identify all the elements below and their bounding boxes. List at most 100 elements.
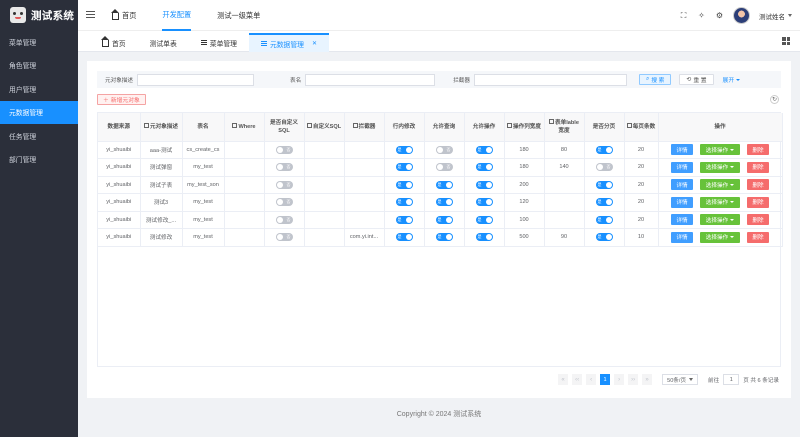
detail-button[interactable]: 详情 (671, 179, 693, 191)
sidebar-item-menu[interactable]: 菜单管理 (0, 30, 78, 54)
refresh-icon[interactable]: ↻ (770, 95, 779, 104)
col-header[interactable]: 允许查询 (424, 113, 465, 142)
toggle-switch[interactable]: 是 (395, 180, 413, 189)
next-page-icon[interactable]: › (614, 374, 625, 385)
close-icon[interactable]: ✕ (312, 40, 317, 47)
col-header[interactable]: 表单lable宽度 (544, 113, 585, 142)
tab-test-single-table[interactable]: 测试单表 (138, 33, 189, 52)
toggle-switch[interactable]: 是 (595, 233, 613, 242)
toggle-switch[interactable]: 否 (275, 145, 293, 154)
toggle-switch[interactable]: 否 (595, 163, 613, 172)
sidebar-item-departments[interactable]: 部门管理 (0, 148, 78, 172)
tab-menu-management[interactable]: 菜单管理 (189, 33, 249, 52)
translate-icon[interactable]: ✧ (697, 11, 706, 20)
delete-button[interactable]: 删除 (747, 196, 769, 208)
delete-button[interactable]: 删除 (747, 231, 769, 243)
detail-button[interactable]: 详情 (671, 231, 693, 243)
detail-button[interactable]: 详情 (671, 161, 693, 173)
col-header[interactable]: Where (224, 113, 265, 142)
topnav-test-menu[interactable]: 测试一级菜单 (217, 0, 260, 31)
toggle-switch[interactable]: 是 (475, 163, 493, 172)
prev-ten-icon[interactable]: ‹‹ (572, 374, 583, 385)
detail-button[interactable]: 详情 (671, 144, 693, 156)
detail-button[interactable]: 详情 (671, 214, 693, 226)
delete-button[interactable]: 删除 (747, 214, 769, 226)
toggle-switch[interactable]: 是 (475, 145, 493, 154)
delete-button[interactable]: 删除 (747, 144, 769, 156)
col-header[interactable]: 拦截器 (344, 113, 385, 142)
col-header[interactable]: 操作列宽度 (504, 113, 545, 142)
toggle-switch[interactable]: 是 (595, 145, 613, 154)
select-action-button[interactable]: 选择操作 (700, 144, 740, 156)
settings-icon[interactable]: ⚙ (715, 11, 724, 20)
toggle-switch[interactable]: 是 (395, 198, 413, 207)
toggle-switch[interactable]: 否 (435, 145, 453, 154)
select-action-button[interactable]: 选择操作 (700, 196, 740, 208)
col-header[interactable]: 元对象描述 (140, 113, 183, 142)
fullscreen-icon[interactable]: ⛶ (679, 11, 688, 20)
sidebar-item-roles[interactable]: 角色管理 (0, 54, 78, 78)
col-header[interactable]: 允许操作 (464, 113, 505, 142)
last-page-icon[interactable]: » (642, 374, 653, 385)
sidebar-item-users[interactable]: 用户管理 (0, 77, 78, 101)
toggle-switch[interactable]: 是 (595, 198, 613, 207)
tab-home[interactable]: 首页 (90, 33, 138, 52)
goto-page-input[interactable]: 1 (723, 374, 740, 385)
toggle-switch[interactable]: 是 (435, 233, 453, 242)
toggle-switch[interactable]: 是 (475, 215, 493, 224)
toggle-switch[interactable]: 是 (595, 180, 613, 189)
toggle-switch[interactable]: 是 (475, 180, 493, 189)
select-action-button[interactable]: 选择操作 (700, 179, 740, 191)
col-header[interactable]: 行内修改 (384, 113, 425, 142)
tab-metadata-management[interactable]: 元数据管理 ✕ (248, 33, 329, 52)
toggle-switch[interactable]: 是 (395, 215, 413, 224)
toggle-switch[interactable]: 是 (595, 215, 613, 224)
topnav-dev-config[interactable]: 开发配置 (162, 0, 192, 31)
grid-icon[interactable] (782, 37, 790, 45)
toggle-switch[interactable]: 是 (395, 233, 413, 242)
search-desc-input[interactable] (136, 73, 254, 86)
col-header[interactable]: 数据来源 (98, 113, 141, 142)
toggle-switch[interactable]: 否 (275, 163, 293, 172)
reset-button[interactable]: ⟲ 重 置 (679, 74, 714, 85)
detail-button[interactable]: 详情 (671, 196, 693, 208)
col-header[interactable]: 表名 (182, 113, 225, 142)
toggle-switch[interactable]: 否 (275, 180, 293, 189)
brand[interactable]: 测试系统 (0, 0, 78, 30)
select-action-button[interactable]: 选择操作 (700, 231, 740, 243)
search-interceptor-input[interactable] (473, 73, 627, 86)
toggle-switch[interactable]: 否 (275, 215, 293, 224)
toggle-switch[interactable]: 是 (435, 198, 453, 207)
search-table-input[interactable] (305, 73, 436, 86)
col-header[interactable]: 是否分页 (584, 113, 625, 142)
toggle-switch[interactable]: 是 (395, 145, 413, 154)
user-menu[interactable]: 测试姓名 (759, 11, 792, 21)
col-header[interactable]: 每页条数 (624, 113, 659, 142)
toggle-switch[interactable]: 是 (435, 215, 453, 224)
topnav-home[interactable]: 首页 (111, 0, 136, 31)
toggle-switch[interactable]: 是 (475, 198, 493, 207)
expand-toggle[interactable]: 展开 (723, 75, 741, 84)
toggle-switch[interactable]: 否 (275, 233, 293, 242)
avatar[interactable] (733, 7, 750, 24)
search-button[interactable]: ⌕ 搜 索 (638, 74, 672, 85)
toggle-switch[interactable]: 是 (435, 180, 453, 189)
toggle-switch[interactable]: 否 (435, 163, 453, 172)
page-size-select[interactable]: 50条/页 (662, 374, 699, 385)
col-header[interactable]: 是否自定义SQL (264, 113, 305, 142)
first-page-icon[interactable]: « (558, 374, 569, 385)
toggle-switch[interactable]: 否 (275, 198, 293, 207)
add-meta-object-button[interactable]: ＋ 新增元对象 (97, 94, 146, 105)
next-ten-icon[interactable]: ›› (628, 374, 639, 385)
prev-page-icon[interactable]: ‹ (586, 374, 597, 385)
page-number-current[interactable]: 1 (600, 374, 611, 385)
select-action-button[interactable]: 选择操作 (700, 214, 740, 226)
hamburger-icon[interactable] (86, 11, 95, 19)
sidebar-item-metadata[interactable]: 元数据管理 (0, 100, 78, 124)
delete-button[interactable]: 删除 (747, 179, 769, 191)
toggle-switch[interactable]: 是 (395, 163, 413, 172)
toggle-switch[interactable]: 是 (475, 233, 493, 242)
select-action-button[interactable]: 选择操作 (700, 161, 740, 173)
delete-button[interactable]: 删除 (747, 161, 769, 173)
sidebar-item-tasks[interactable]: 任务管理 (0, 124, 78, 148)
